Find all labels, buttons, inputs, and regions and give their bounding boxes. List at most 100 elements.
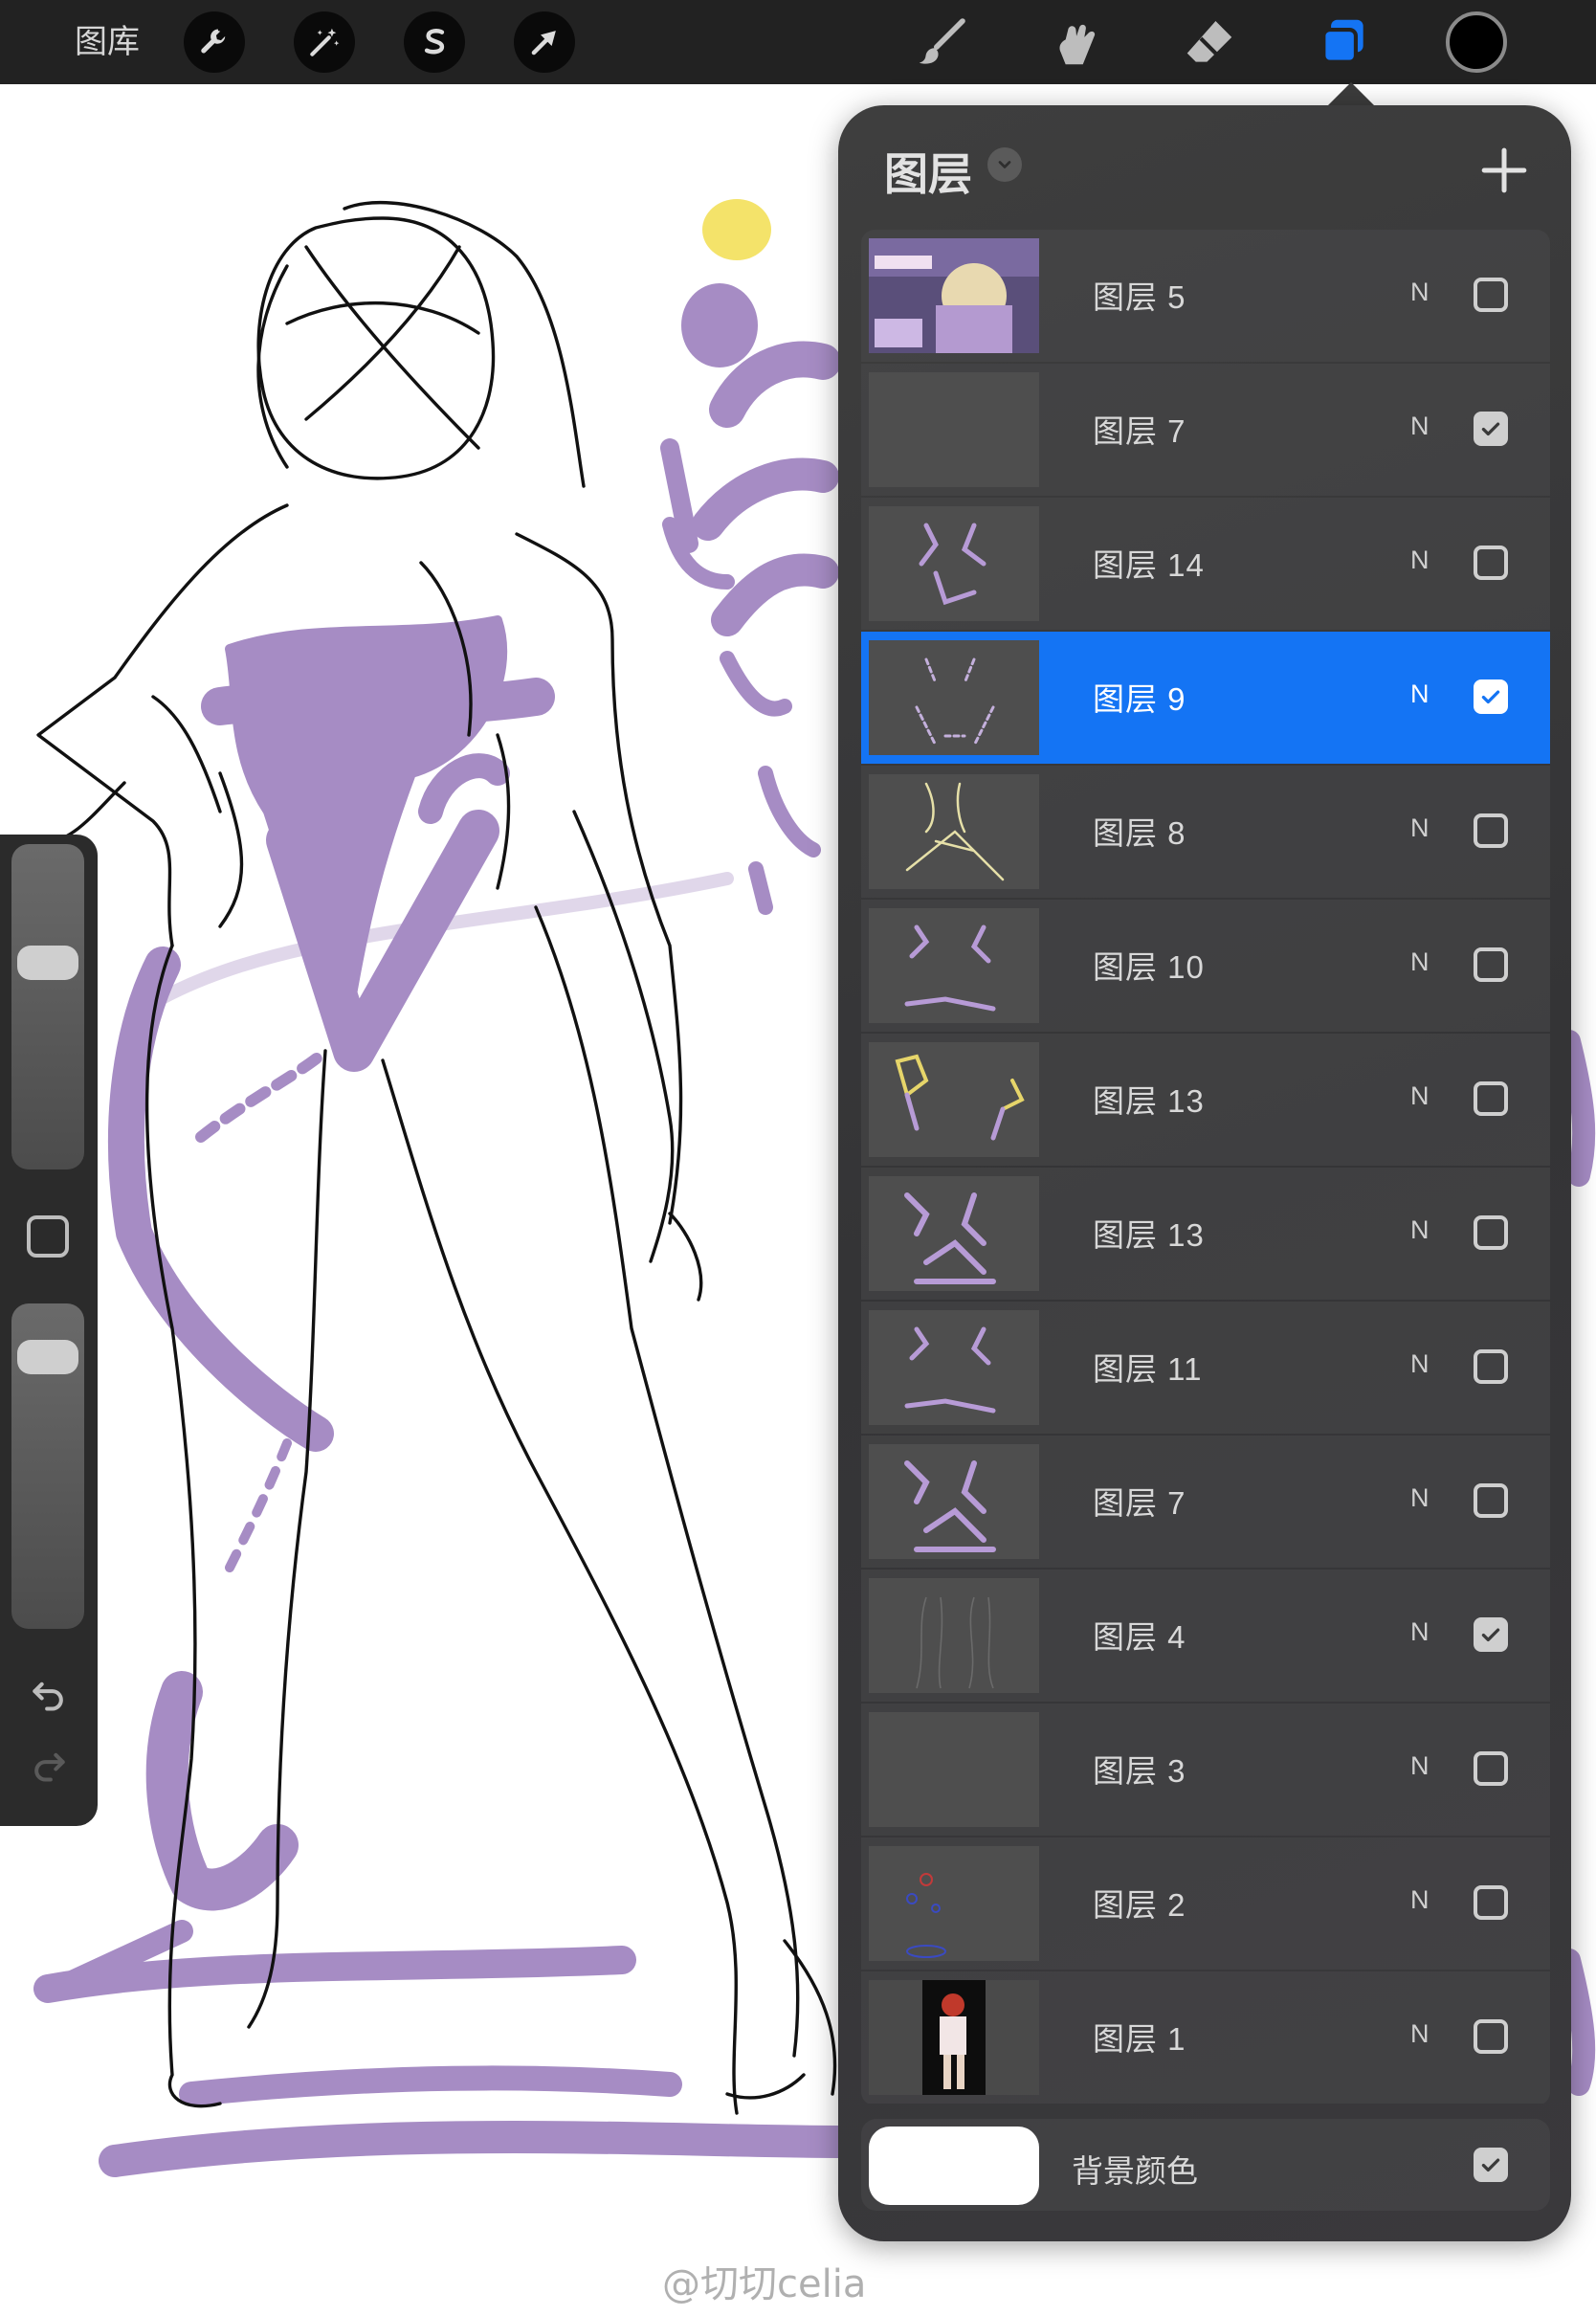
blend-mode-button[interactable]: N (1410, 1885, 1430, 1915)
chevron-down-icon (998, 161, 1011, 168)
smudge-icon (1059, 24, 1096, 65)
layer-row[interactable]: 图层 2 N (861, 1837, 1550, 1970)
blend-mode-button[interactable]: N (1410, 2019, 1430, 2049)
redo-button[interactable] (23, 1738, 75, 1790)
transform-button[interactable] (514, 11, 575, 73)
blend-mode-button[interactable]: N (1410, 1081, 1430, 1111)
checkmark-icon (1481, 1628, 1500, 1642)
layer-row[interactable]: 图层 9 N (861, 632, 1550, 764)
background-color-swatch[interactable] (869, 2127, 1039, 2205)
color-picker-button[interactable] (1446, 11, 1507, 73)
blend-mode-button[interactable]: N (1410, 1751, 1430, 1781)
layer-name: 图层 13 (1093, 1217, 1205, 1253)
layer-row[interactable]: 图层 11 N (861, 1302, 1550, 1434)
layer-visibility-checkbox[interactable] (1474, 1349, 1508, 1384)
layer-visibility-checkbox[interactable] (1474, 1483, 1508, 1518)
layer-name: 图层 10 (1093, 949, 1205, 985)
blend-mode-button[interactable]: N (1410, 1215, 1430, 1245)
eraser-icon (1186, 21, 1232, 62)
layer-visibility-checkbox[interactable] (1474, 2019, 1508, 2054)
layer-thumbnail[interactable] (869, 1310, 1039, 1425)
background-visibility-checkbox[interactable] (1474, 2148, 1508, 2182)
blend-mode-button[interactable]: N (1410, 1617, 1430, 1647)
layer-thumbnail[interactable] (869, 506, 1039, 621)
layer-thumbnail[interactable] (869, 1846, 1039, 1961)
layer-row[interactable]: 图层 10 N (861, 900, 1550, 1032)
selection-s-icon (424, 29, 445, 55)
layer-thumbnail[interactable] (869, 1578, 1039, 1693)
blend-mode-button[interactable]: N (1410, 412, 1430, 441)
layer-thumbnail[interactable] (869, 1176, 1039, 1291)
layer-visibility-checkbox[interactable] (1474, 278, 1508, 312)
layer-visibility-checkbox[interactable] (1474, 679, 1508, 714)
layer-thumbnail[interactable] (869, 1444, 1039, 1559)
layer-name: 图层 11 (1093, 1351, 1203, 1387)
layer-visibility-checkbox[interactable] (1474, 1215, 1508, 1250)
layer-name: 图层 8 (1093, 815, 1186, 851)
eraser-tool-button[interactable] (1175, 8, 1244, 77)
layer-thumbnail[interactable] (869, 1712, 1039, 1827)
blend-mode-button[interactable]: N (1410, 947, 1430, 977)
layer-visibility-checkbox[interactable] (1474, 1617, 1508, 1652)
layer-thumbnail[interactable] (869, 1042, 1039, 1157)
selection-button[interactable] (404, 11, 465, 73)
layers-tool-button[interactable] (1309, 8, 1378, 77)
brush-size-thumb[interactable] (17, 946, 78, 980)
plus-icon (1481, 147, 1527, 193)
layer-visibility-checkbox[interactable] (1474, 947, 1508, 982)
blend-mode-button[interactable]: N (1410, 1349, 1430, 1379)
layer-name: 图层 9 (1093, 681, 1186, 717)
layer-visibility-checkbox[interactable] (1474, 412, 1508, 446)
opacity-slider[interactable] (11, 1303, 84, 1629)
wrench-icon (201, 29, 226, 54)
background-color-label: 背景颜色 (1072, 2153, 1198, 2189)
layer-thumbnail[interactable] (869, 1980, 1039, 2095)
layer-thumbnail[interactable] (869, 640, 1039, 755)
magic-wand-icon (310, 28, 340, 56)
adjustments-button[interactable] (294, 11, 355, 73)
layer-row[interactable]: 图层 7 N (861, 1436, 1550, 1568)
layer-thumbnail[interactable] (869, 372, 1039, 487)
layer-thumbnail[interactable] (869, 238, 1039, 353)
add-layer-button[interactable] (1474, 140, 1535, 201)
layer-name: 图层 13 (1093, 1083, 1205, 1119)
layer-row[interactable]: 图层 14 N (861, 498, 1550, 630)
modify-button[interactable] (27, 1215, 69, 1258)
layer-row[interactable]: 图层 1 N (861, 1971, 1550, 2104)
layer-row[interactable]: 图层 5 N (861, 230, 1550, 362)
opacity-thumb[interactable] (17, 1340, 78, 1374)
layer-options-toggle[interactable] (987, 147, 1022, 182)
layer-visibility-checkbox[interactable] (1474, 546, 1508, 580)
layer-visibility-checkbox[interactable] (1474, 813, 1508, 848)
layer-row[interactable]: 图层 13 N (861, 1034, 1550, 1166)
checkmark-icon (1481, 2158, 1500, 2172)
layer-row[interactable]: 图层 7 N (861, 364, 1550, 496)
layer-row[interactable]: 图层 4 N (861, 1570, 1550, 1702)
layer-name: 图层 4 (1093, 1619, 1186, 1655)
layer-thumbnail[interactable] (869, 774, 1039, 889)
layer-row[interactable]: 图层 3 N (861, 1704, 1550, 1836)
gallery-button[interactable]: 图库 (75, 17, 140, 67)
blend-mode-button[interactable]: N (1410, 278, 1430, 307)
layer-name: 图层 1 (1093, 2021, 1186, 2057)
blend-mode-button[interactable]: N (1410, 813, 1430, 843)
paint-tool-button[interactable] (907, 8, 976, 77)
brush-icon (919, 18, 965, 64)
actions-button[interactable] (184, 11, 245, 73)
layer-thumbnail[interactable] (869, 908, 1039, 1023)
panel-title: 图层 (884, 149, 972, 199)
undo-button[interactable] (23, 1667, 75, 1719)
watermark: @切切celia (662, 2262, 867, 2306)
undo-icon (33, 1681, 63, 1711)
blend-mode-button[interactable]: N (1410, 546, 1430, 575)
background-color-row[interactable]: 背景颜色 (861, 2119, 1550, 2211)
smudge-tool-button[interactable] (1041, 8, 1110, 77)
layer-row[interactable]: 图层 8 N (861, 766, 1550, 898)
layer-row[interactable]: 图层 13 N (861, 1168, 1550, 1300)
blend-mode-button[interactable]: N (1410, 1483, 1430, 1513)
blend-mode-button[interactable]: N (1410, 679, 1430, 709)
layer-visibility-checkbox[interactable] (1474, 1885, 1508, 1920)
layer-visibility-checkbox[interactable] (1474, 1751, 1508, 1786)
brush-size-slider[interactable] (11, 844, 84, 1169)
layer-visibility-checkbox[interactable] (1474, 1081, 1508, 1116)
